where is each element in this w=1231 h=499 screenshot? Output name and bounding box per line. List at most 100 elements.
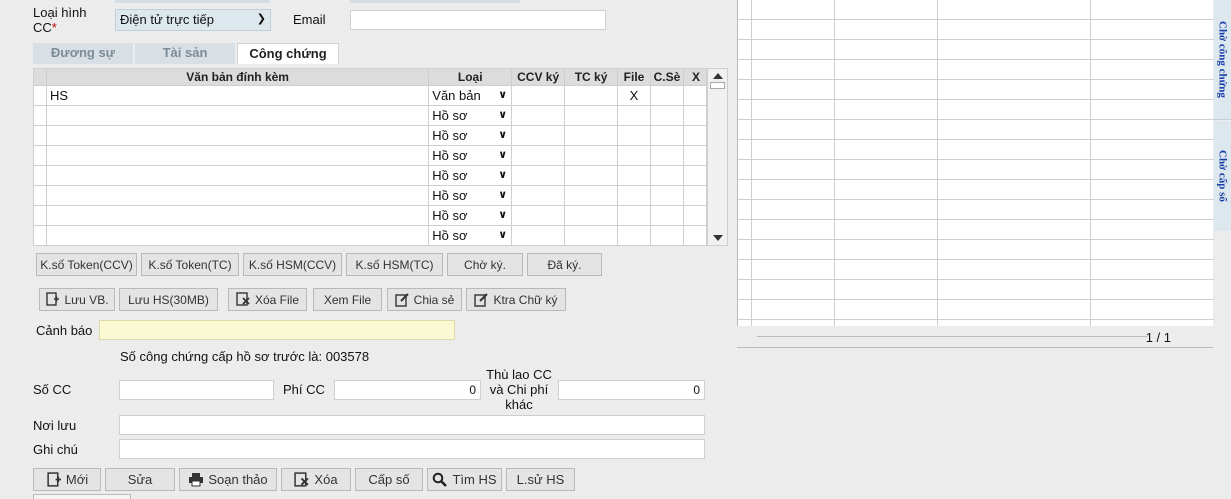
table-scrollbar[interactable] [707, 68, 728, 246]
xem-file-button[interactable]: Xem File [313, 288, 382, 311]
cse-cell[interactable] [650, 85, 684, 106]
x-cell[interactable] [682, 165, 706, 186]
file-cell[interactable] [617, 225, 651, 245]
type-select[interactable]: Hồ sơ ∨ [428, 185, 513, 206]
file-cell[interactable]: X [617, 85, 651, 106]
luu-vb-button[interactable]: Lưu VB. [39, 288, 115, 311]
attachment-name-cell[interactable] [45, 145, 430, 166]
cse-cell[interactable] [650, 145, 684, 166]
moi-button[interactable]: Mới [33, 468, 101, 491]
cse-cell[interactable] [650, 225, 684, 245]
row-selector[interactable] [34, 105, 47, 126]
row-selector[interactable] [34, 185, 47, 206]
x-cell[interactable] [682, 105, 706, 126]
canh-bao-field[interactable] [99, 320, 455, 340]
cse-cell[interactable] [650, 205, 684, 226]
ccv-ky-cell[interactable] [511, 125, 566, 146]
x-cell[interactable] [682, 225, 706, 245]
row-selector[interactable] [34, 225, 47, 245]
ccv-ky-cell[interactable] [511, 165, 566, 186]
tc-ky-cell[interactable] [564, 205, 619, 226]
attachment-name-cell[interactable] [45, 185, 430, 206]
ky-so-hsm-tc-button[interactable]: K.số HSM(TC) [346, 253, 443, 276]
xoa-button[interactable]: Xóa [281, 468, 351, 491]
table-row[interactable]: Hồ sơ ∨ [34, 165, 706, 186]
ccv-ky-cell[interactable] [511, 185, 566, 206]
attachment-name-cell[interactable] [45, 225, 430, 245]
ky-so-token-ccv-button[interactable]: K.số Token(CCV) [36, 253, 137, 276]
tab-cong-chung[interactable]: Công chứng [237, 43, 339, 64]
tc-ky-cell[interactable] [564, 145, 619, 166]
cse-cell[interactable] [650, 165, 684, 186]
ccv-ky-cell[interactable] [511, 145, 566, 166]
cap-so-button[interactable]: Cấp số [355, 468, 423, 491]
attachment-name-cell[interactable]: HS [45, 85, 430, 106]
x-cell[interactable] [682, 125, 706, 146]
x-cell[interactable] [682, 85, 706, 106]
ccv-ky-cell[interactable] [511, 205, 566, 226]
row-selector[interactable] [34, 125, 47, 146]
email-field[interactable] [350, 10, 606, 30]
file-cell[interactable] [617, 185, 651, 206]
file-cell[interactable] [617, 145, 651, 166]
ghi-chu-field[interactable] [119, 439, 705, 459]
scroll-up-icon[interactable] [713, 73, 723, 79]
sua-button[interactable]: Sửa [105, 468, 175, 491]
so-cc-field[interactable] [119, 380, 274, 400]
x-cell[interactable] [682, 145, 706, 166]
tc-ky-cell[interactable] [564, 105, 619, 126]
chia-se-button[interactable]: Chia sẻ [387, 288, 462, 311]
ccv-ky-cell[interactable] [511, 85, 566, 106]
attachment-name-cell[interactable] [45, 205, 430, 226]
type-select[interactable]: Hồ sơ ∨ [428, 145, 513, 166]
type-select[interactable]: Hồ sơ ∨ [428, 225, 513, 245]
type-select[interactable]: Hồ sơ ∨ [428, 125, 513, 146]
lich-su-hs-button[interactable]: L.sử HS [506, 468, 575, 491]
table-row[interactable]: HS Văn bản ∨ X [34, 85, 706, 106]
tim-hs-button[interactable]: Tìm HS [427, 468, 502, 491]
attachment-name-cell[interactable] [45, 105, 430, 126]
file-cell[interactable] [617, 125, 651, 146]
cse-cell[interactable] [650, 105, 684, 126]
loai-hinh-select[interactable]: Điện tử trực tiếp ❯ [115, 9, 271, 31]
ccv-ky-cell[interactable] [511, 225, 566, 245]
row-selector[interactable] [34, 205, 47, 226]
ktra-chu-ky-button[interactable]: Ktra Chữ ký [466, 288, 566, 311]
tab-tai-san[interactable]: Tài sản [135, 43, 235, 64]
attachment-name-cell[interactable] [45, 125, 430, 146]
type-select[interactable]: Hồ sơ ∨ [428, 165, 513, 186]
file-cell[interactable] [617, 165, 651, 186]
ccv-ky-cell[interactable] [511, 105, 566, 126]
phi-cc-field[interactable]: 0 [334, 380, 481, 400]
type-select[interactable]: Hồ sơ ∨ [428, 105, 513, 126]
table-row[interactable]: Hồ sơ ∨ [34, 185, 706, 206]
table-row[interactable]: Hồ sơ ∨ [34, 205, 706, 226]
row-selector[interactable] [34, 165, 47, 186]
tc-ky-cell[interactable] [564, 225, 619, 245]
x-cell[interactable] [682, 185, 706, 206]
scroll-down-icon[interactable] [713, 235, 723, 241]
type-select[interactable]: Văn bản ∨ [428, 85, 513, 106]
table-row[interactable]: Hồ sơ ∨ [34, 125, 706, 146]
cse-cell[interactable] [650, 185, 684, 206]
cse-cell[interactable] [650, 125, 684, 146]
ky-so-token-tc-button[interactable]: K.số Token(TC) [141, 253, 239, 276]
scroll-thumb[interactable] [710, 82, 725, 89]
noi-luu-field[interactable] [119, 415, 705, 435]
da-ky-button[interactable]: Đã ký. [527, 253, 602, 276]
row-selector[interactable] [34, 85, 47, 106]
soan-thao-button[interactable]: Soạn thảo [179, 468, 277, 491]
tab-cho-cap-so[interactable]: Chờ cấp số [1214, 121, 1231, 231]
type-select[interactable]: Hồ sơ ∨ [428, 205, 513, 226]
ky-so-hsm-ccv-button[interactable]: K.số HSM(CCV) [243, 253, 342, 276]
row-selector[interactable] [34, 145, 47, 166]
x-cell[interactable] [682, 205, 706, 226]
file-cell[interactable] [617, 205, 651, 226]
table-row[interactable]: Hồ sơ ∨ [34, 105, 706, 126]
tc-ky-cell[interactable] [564, 125, 619, 146]
tab-duong-su[interactable]: Đương sự [33, 43, 133, 64]
tab-cho-cong-chung[interactable]: Chờ công chứng [1214, 0, 1231, 120]
tc-ky-cell[interactable] [564, 185, 619, 206]
xoa-file-button[interactable]: Xóa File [228, 288, 307, 311]
cho-ky-button[interactable]: Chờ ký. [447, 253, 523, 276]
